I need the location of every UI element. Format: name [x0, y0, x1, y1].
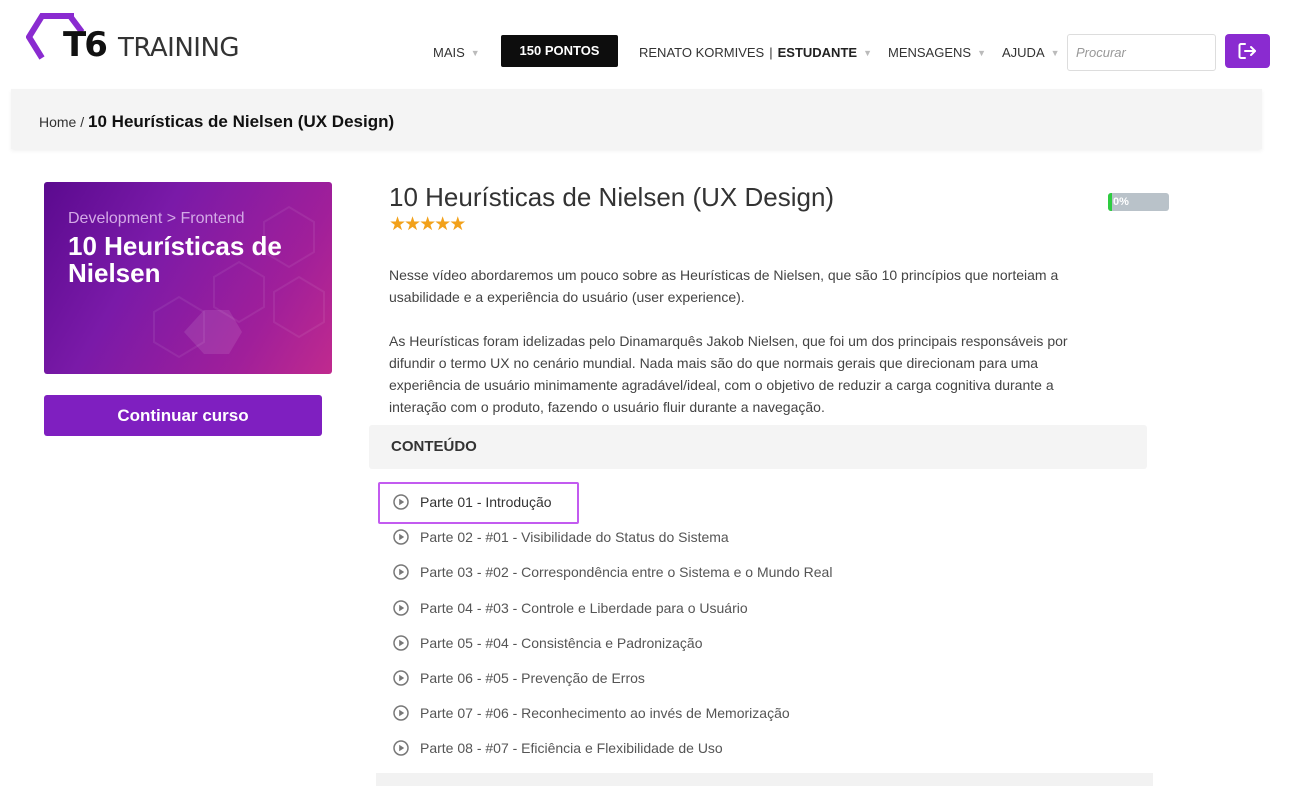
user-role: ESTUDANTE	[777, 45, 858, 60]
user-name: RENATO KORMIVES	[639, 45, 765, 60]
continue-course-button[interactable]: Continuar curso	[44, 395, 322, 436]
nav-more-menu[interactable]: MAIS ▼	[433, 45, 480, 60]
lesson-label: Parte 07 - #06 - Reconhecimento ao invés…	[420, 705, 790, 722]
user-separator: |	[769, 45, 773, 60]
breadcrumb-current: 10 Heurísticas de Nielsen (UX Design)	[88, 112, 395, 131]
nav-more-label: MAIS	[433, 45, 465, 60]
breadcrumb-bar: Home / 10 Heurísticas de Nielsen (UX Des…	[11, 89, 1262, 149]
lesson-label: Parte 03 - #02 - Correspondência entre o…	[420, 564, 833, 581]
description-paragraph: Nesse vídeo abordaremos um pouco sobre a…	[389, 267, 1059, 305]
play-circle-icon	[393, 494, 409, 510]
nav-messages-label: MENSAGENS	[888, 45, 972, 60]
thumbnail-category: Development > Frontend	[68, 210, 245, 227]
play-circle-icon	[393, 564, 409, 581]
progress-bar: 0%	[1108, 193, 1169, 211]
play-circle-icon	[393, 705, 409, 721]
lesson-label: Parte 02 - #01 - Visibilidade do Status …	[420, 529, 729, 546]
lesson-label: Parte 05 - #04 - Consistência e Padroniz…	[420, 634, 703, 651]
course-thumbnail: Development > Frontend 10 Heurísticas de…	[44, 182, 332, 374]
lesson-item[interactable]: Parte 02 - #01 - Visibilidade do Status …	[378, 519, 1138, 554]
lesson-label: Parte 04 - #03 - Controle e Liberdade pa…	[420, 599, 748, 616]
nav-help-menu[interactable]: AJUDA ▼	[1002, 45, 1060, 60]
rating-stars: ★★★★★	[389, 214, 467, 235]
thumbnail-title: 10 Heurísticas de Nielsen	[68, 231, 282, 288]
star-icon: ★	[449, 214, 467, 235]
logout-arrow-icon	[1238, 43, 1256, 59]
next-section-header	[376, 773, 1153, 786]
breadcrumb-home-link[interactable]: Home	[39, 114, 76, 130]
play-circle-icon	[393, 529, 409, 545]
lesson-item[interactable]: Parte 01 - Introdução	[378, 484, 1138, 519]
play-circle-icon	[393, 740, 409, 757]
logo-text: TRAINING	[118, 33, 240, 63]
lesson-item[interactable]: Parte 07 - #06 - Reconhecimento ao invés…	[378, 695, 1138, 730]
lesson-label: Parte 01 - Introdução	[420, 494, 552, 510]
progress-label: 0%	[1113, 196, 1129, 208]
logout-button[interactable]	[1225, 34, 1270, 68]
logo-mark: T6	[63, 25, 108, 65]
top-header: T6 TRAINING MAIS ▼ 150 PONTOS RENATO KORM…	[0, 0, 1299, 90]
search-input[interactable]	[1067, 34, 1216, 71]
breadcrumb-separator: /	[80, 114, 85, 130]
nav-messages-menu[interactable]: MENSAGENS ▼	[888, 45, 986, 60]
nav-user-menu[interactable]: RENATO KORMIVES | ESTUDANTE ▼	[639, 45, 872, 60]
lesson-list: Parte 01 - Introdução Parte 02 - #01 - Vi…	[378, 484, 1138, 766]
course-title: 10 Heurísticas de Nielsen (UX Design)	[389, 182, 835, 212]
lesson-label: Parte 06 - #05 - Prevenção de Erros	[420, 669, 645, 686]
nav-help-label: AJUDA	[1002, 45, 1045, 60]
lesson-label: Parte 08 - #07 - Eficiência e Flexibilid…	[420, 740, 723, 757]
lesson-item[interactable]: Parte 05 - #04 - Consistência e Padroniz…	[378, 625, 1138, 660]
chevron-down-icon: ▼	[470, 48, 480, 58]
lesson-item[interactable]: Parte 06 - #05 - Prevenção de Erros	[378, 660, 1138, 695]
lesson-item[interactable]: Parte 08 - #07 - Eficiência e Flexibilid…	[378, 730, 1138, 765]
chevron-down-icon: ▼	[1050, 48, 1060, 58]
play-circle-icon	[393, 599, 409, 616]
play-circle-icon	[393, 635, 409, 651]
breadcrumb: Home / 10 Heurísticas de Nielsen (UX Des…	[39, 112, 394, 132]
description-paragraph: As Heurísticas foram idelizadas pelo Din…	[389, 333, 1068, 415]
points-badge[interactable]: 150 PONTOS	[501, 35, 618, 67]
course-description: Nesse vídeo abordaremos um pouco sobre a…	[389, 264, 1109, 440]
play-circle-icon	[393, 670, 409, 686]
lesson-item[interactable]: Parte 04 - #03 - Controle e Liberdade pa…	[378, 590, 1138, 625]
chevron-down-icon: ▼	[863, 48, 872, 58]
progress-fill	[1108, 193, 1112, 211]
lesson-item[interactable]: Parte 03 - #02 - Correspondência entre o…	[378, 554, 1138, 589]
t6-training-logo[interactable]: T6 TRAINING	[26, 10, 256, 70]
content-header-label: CONTEÚDO	[391, 438, 477, 455]
chevron-down-icon: ▼	[977, 48, 986, 58]
content-section-header: CONTEÚDO	[369, 425, 1147, 469]
